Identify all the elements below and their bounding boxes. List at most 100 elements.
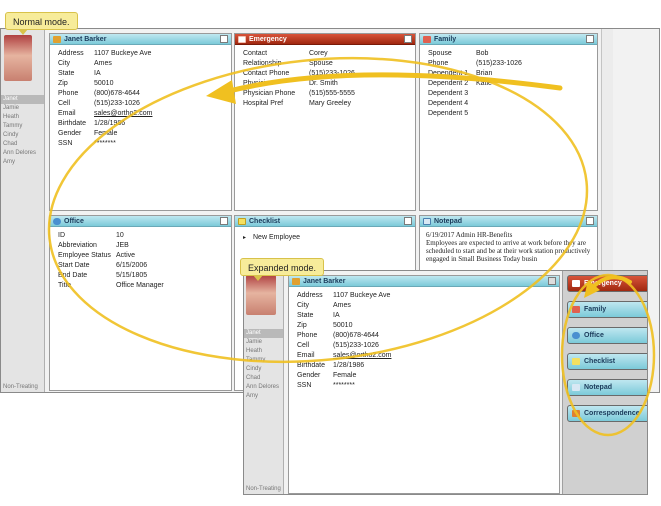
field-label: State [58,70,75,77]
field-row: Cell (515)233-1026 [297,341,559,351]
field-row: Dependent 2 Katie [428,79,597,89]
sidebar-footer: Non-Treating [3,384,38,390]
field-row: Phone (800)678-4644 [58,89,231,99]
field-value: Ames [333,302,351,309]
field-label: End Date [58,272,88,279]
email-link[interactable]: sales@ortho2.com [94,109,152,119]
emergency-panel-title: Emergency [249,36,287,43]
sidebar-employee-item[interactable]: Jamie [1,104,44,113]
family-panel-title: Family [434,36,457,43]
field-label: Title [58,282,71,289]
field-row: Birthdate 1/28/1986 [58,119,231,129]
office-panel-title: Office [64,218,84,225]
field-row: Gender Female [297,371,559,381]
tab-correspondence[interactable]: Correspondence [567,405,647,422]
sidebar-employee-item[interactable]: Janet [244,329,283,338]
field-value: JEB [116,242,129,249]
field-value: Bob [476,50,489,57]
sidebar-employee-item[interactable]: Amy [1,158,44,167]
tab-checklist[interactable]: Checklist [567,353,647,370]
field-value: 6/15/2006 [116,262,148,269]
field-row: Address 1107 Buckeye Ave [58,49,231,59]
field-value: ******** [94,140,116,147]
office-panel: Office ID 10 Abbreviation JEB Employee Statu… [49,215,232,391]
email-link[interactable]: sales@ortho2.com [333,351,391,361]
field-row: Phone (800)678-4644 [297,331,559,341]
tab-label: Family [584,306,607,313]
checklist-item[interactable]: ▸ New Employee [243,233,415,243]
field-value: (515)233-1026 [309,70,355,77]
expand-checkbox[interactable] [586,217,594,225]
sidebar-employee-item[interactable]: Amy [244,392,283,401]
sidebar-employee-item[interactable]: Chad [244,374,283,383]
field-value: (515)233-1026 [94,100,140,107]
sidebar-employee-item[interactable]: Ann Delores [244,383,283,392]
field-value: 1/28/1986 [333,362,365,369]
field-label: City [297,302,310,309]
tab-office[interactable]: Office [567,327,647,344]
field-label: City [58,60,71,67]
office-panel-header: Office [50,216,231,227]
expand-checkbox[interactable] [220,35,228,43]
expand-checkbox[interactable] [220,217,228,225]
field-row: Abbreviation JEB [58,241,231,251]
field-value: Brian [476,70,493,77]
field-row: Cell (515)233-1026 [58,99,231,109]
field-label: Gender [297,372,321,379]
expand-checkbox[interactable] [548,277,556,285]
sidebar-footer: Non-Treating [246,486,281,492]
expand-checkbox[interactable] [586,35,594,43]
office-icon [572,332,580,339]
field-row: End Date 5/15/1805 [58,271,231,281]
tab-emergency[interactable]: Emergency [567,275,647,292]
sidebar-employee-item[interactable]: Heath [244,347,283,356]
field-row: Gender Female [58,129,231,139]
tab-family[interactable]: Family [567,301,647,318]
field-value: IA [333,312,340,319]
field-label: Hospital Pref [243,100,284,107]
field-row: Zip 50010 [58,79,231,89]
field-value: 50010 [94,80,114,87]
expand-checkbox[interactable] [404,35,412,43]
expanded-tab-column: Emergency Family Office Checklist Notepa… [562,271,647,494]
field-row: Birthdate 1/28/1986 [297,361,559,371]
sidebar-employee-item[interactable]: Heath [1,113,44,122]
field-row: Title Office Manager [58,281,231,291]
notepad-icon [423,218,431,225]
employee-sidebar-expanded: Janet Jamie Heath Tammy Cindy Chad Ann Delores… [244,271,284,494]
field-row: Dependent 5 [428,109,597,119]
contact-panel-expanded: Janet Barker Address 1107 Buckeye Ave City… [288,275,560,494]
sidebar-employee-item[interactable]: Tammy [1,122,44,131]
sidebar-employee-item[interactable]: Cindy [1,131,44,140]
employee-sidebar: Janet Jamie Heath Tammy Cindy Chad Ann Delores… [1,29,45,392]
field-value: Office Manager [116,282,164,289]
sidebar-employee-item[interactable]: Ann Delores [1,149,44,158]
checklist-icon [238,218,246,225]
field-row: SSN ******** [58,139,231,149]
family-panel-header: Family [420,34,597,45]
person-icon [53,36,61,43]
field-row: Dependent 1 Brian [428,69,597,79]
sidebar-employee-item[interactable]: Janet [1,95,44,104]
sidebar-employee-item[interactable]: Tammy [244,356,283,365]
family-icon [572,306,580,313]
sidebar-employee-item[interactable]: Jamie [244,338,283,347]
field-label: Dependent 1 [428,70,469,77]
checklist-icon [572,358,580,365]
tab-notepad[interactable]: Notepad [567,379,647,396]
sidebar-employee-item[interactable]: Cindy [244,365,283,374]
family-icon [423,36,431,43]
contact-panel-header: Janet Barker [289,276,559,287]
field-label: Birthdate [58,120,87,127]
field-row: City Ames [297,301,559,311]
field-value: (800)678-4644 [94,90,140,97]
field-label: Cell [297,342,310,349]
expand-checkbox[interactable] [404,217,412,225]
field-label: Spouse [428,50,452,57]
sidebar-employee-item[interactable]: Chad [1,140,44,149]
field-row: Dependent 4 [428,99,597,109]
expanded-mode-callout: Expanded mode. [240,258,325,281]
field-row: Physician Phone (515)555-5555 [243,89,415,99]
field-label: Dependent 4 [428,100,469,107]
field-label: Email [58,110,76,117]
